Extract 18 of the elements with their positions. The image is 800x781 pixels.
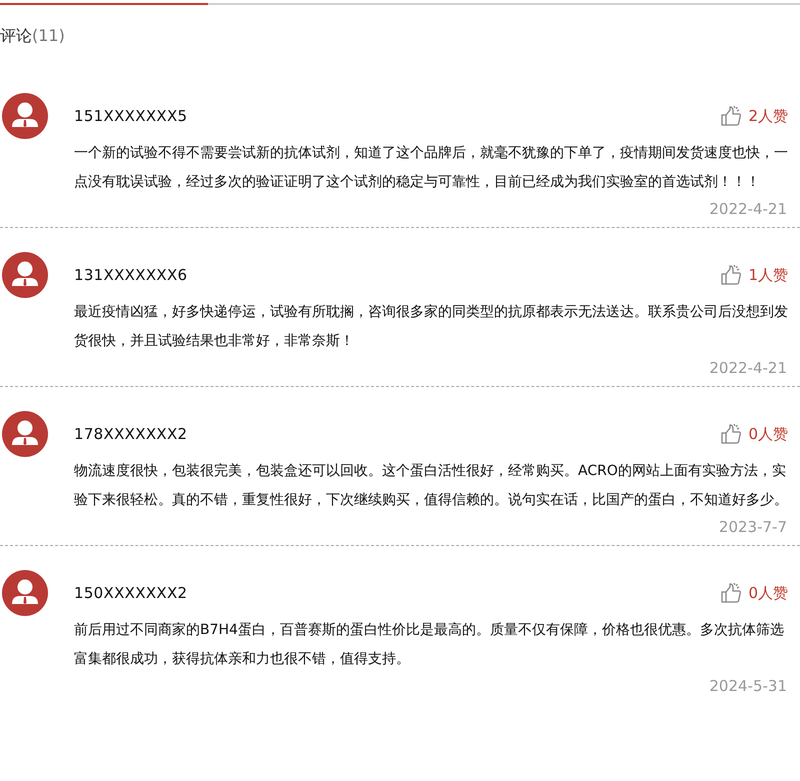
comments-title: 评论 <box>0 26 32 45</box>
comment-date: 2023-7-7 <box>718 517 787 537</box>
user-name: 178XXXXXXX2 <box>74 425 188 443</box>
like-count[interactable]: 0人赞 <box>748 584 788 602</box>
comment-text: 前后用过不同商家的B7H4蛋白，百普赛斯的蛋白性价比是最高的。质量不仅有保障，价格也很优惠。多次抗体筛选富集都很成功，获得抗体亲和力也很不错，值得支持。 <box>74 621 785 669</box>
user-name: 151XXXXXXX5 <box>74 107 188 125</box>
user-name: 150XXXXXXX2 <box>74 584 188 602</box>
comment-date: 2022-4-21 <box>709 199 787 219</box>
like-count[interactable]: 1人赞 <box>748 266 788 284</box>
comment-text: 最近疫情凶猛，好多快递停运，试验有所耽搁，咨询很多家的同类型的抗原都表示无法送达。联系贵公司后没想到发货很快，并且试验结果也非常好，非常奈斯！ <box>74 303 788 351</box>
like-count[interactable]: 2人赞 <box>748 106 788 126</box>
comment-count: (11) <box>32 26 65 45</box>
like-count[interactable]: 0人赞 <box>748 424 788 444</box>
comment-date: 2022-4-21 <box>709 358 787 378</box>
user-name: 131XXXXXXX6 <box>74 266 188 284</box>
comment-text: 一个新的试验不得不需要尝试新的抗体试剂，知道了这个品牌后，就毫不犹豫的下单了，疫情期间发货速度也快，一点没有耽误试验，经过多次的验证证明了这个试剂的稳定与可靠性，目前已经成为我们实验室的首选试剂！！！ <box>74 144 788 192</box>
comment-date: 2024-5-31 <box>709 676 787 696</box>
comment-text: 物流速度很快，包装很完美，包装盒还可以回收。这个蛋白活性很好，经常购买。ACRO的网站上面有实验方法，实验下来很轻松。真的不错，重复性很好，下次继续购买，值得信赖的。说句实在话，比国产的蛋白，不知道好多少。 <box>74 462 788 510</box>
